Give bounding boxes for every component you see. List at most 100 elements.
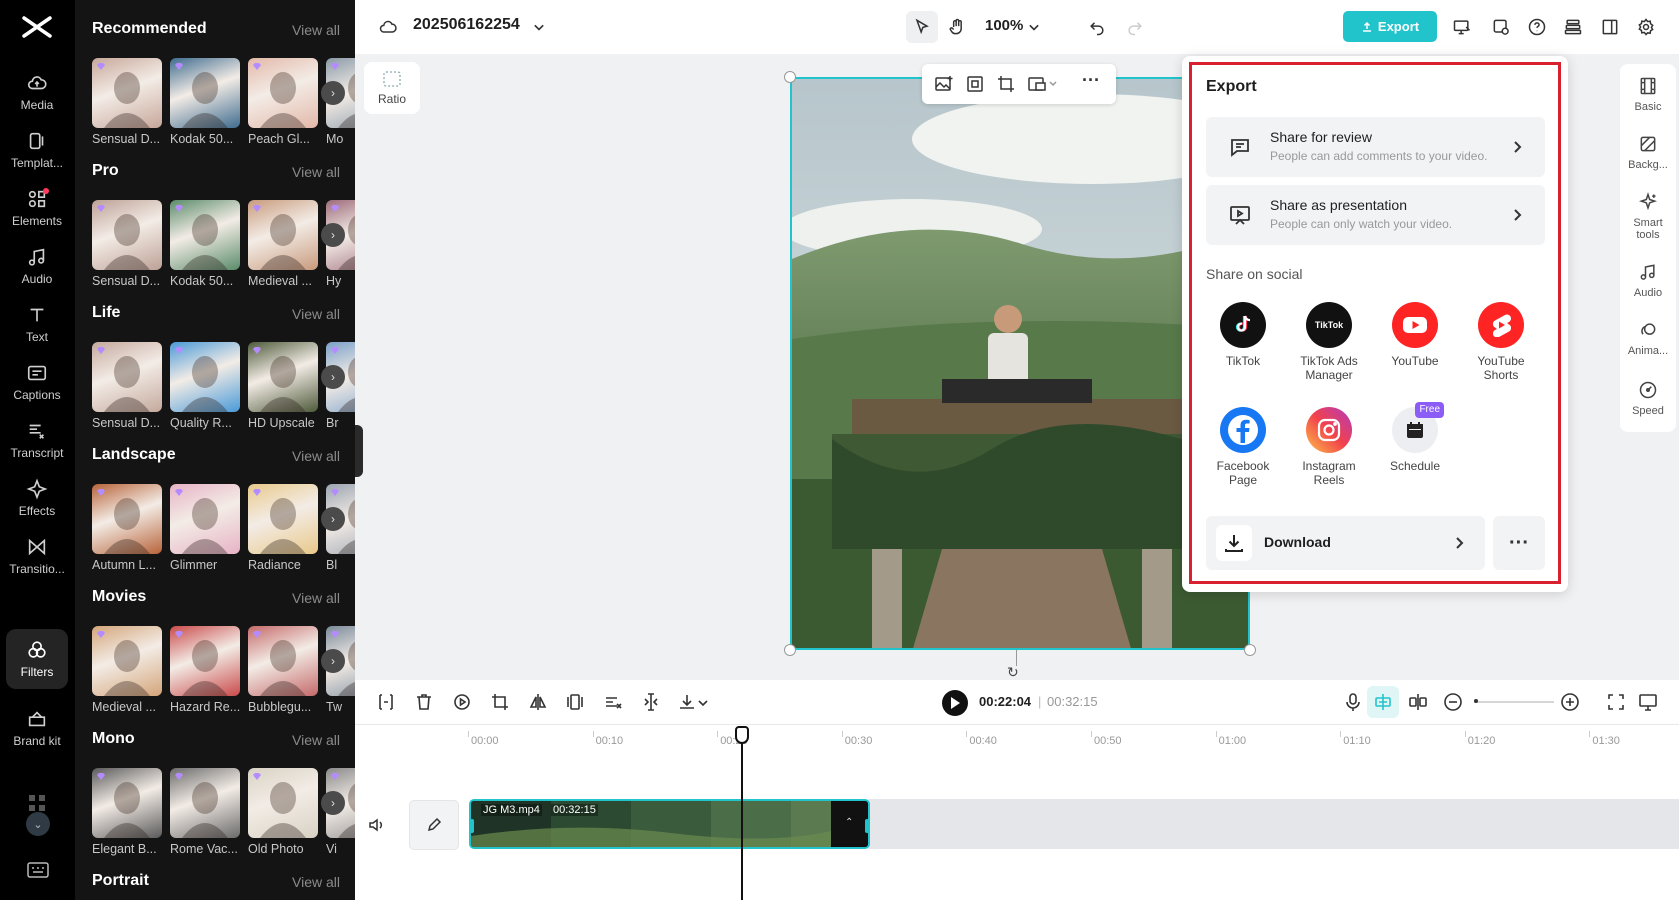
scroll-next-button[interactable]: › [321, 507, 345, 531]
keyboard-icon[interactable] [27, 862, 49, 878]
crop-icon[interactable] [996, 74, 1016, 94]
filter-thumbnail[interactable] [170, 58, 240, 128]
clip-trim-handle-left[interactable] [471, 819, 474, 833]
rrail-speed[interactable]: Speed [1620, 380, 1676, 417]
filter-thumbnail[interactable] [92, 768, 162, 838]
more-dots-icon[interactable]: ··· [1082, 70, 1102, 90]
rail-media[interactable]: Media [6, 62, 68, 122]
rail-brand-kit[interactable]: Brand kit [6, 700, 68, 756]
rrail-smart-tools[interactable]: Smart tools [1620, 192, 1676, 241]
rail-audio[interactable]: Audio [6, 236, 68, 296]
rrail-animation[interactable]: Anima... [1620, 320, 1676, 357]
play-button[interactable] [942, 690, 968, 716]
preview-monitor-icon[interactable] [1638, 692, 1658, 712]
resize-handle-bottom-left[interactable] [784, 644, 796, 656]
view-all-link[interactable]: View all [292, 732, 340, 748]
fullscreen-icon[interactable] [1606, 692, 1626, 712]
loop-play-icon[interactable] [452, 692, 472, 712]
freeze-frame-icon[interactable] [565, 692, 585, 712]
filter-thumbnail[interactable] [170, 768, 240, 838]
mirror-flip-icon[interactable] [528, 692, 548, 712]
social-tiktok[interactable]: TikTok [1200, 302, 1286, 368]
filter-thumbnail[interactable] [170, 626, 240, 696]
download-button[interactable]: Download [1206, 516, 1485, 570]
stack-layers-icon[interactable] [1559, 13, 1587, 41]
filter-thumbnail[interactable] [92, 58, 162, 128]
filter-thumbnail[interactable] [248, 484, 318, 554]
fit-frame-icon[interactable] [965, 74, 985, 94]
filter-thumbnail[interactable] [92, 484, 162, 554]
redo-icon[interactable] [1121, 13, 1149, 41]
clip-collapse-icon[interactable]: ⌃ [845, 817, 853, 828]
split-scene-icon[interactable] [1408, 692, 1428, 712]
pip-chevron-down-icon[interactable] [1048, 74, 1058, 94]
rrail-audio[interactable]: Audio [1620, 262, 1676, 299]
filter-thumbnail[interactable] [170, 200, 240, 270]
clip-trim-handle-right[interactable] [865, 819, 868, 833]
review-shield-icon[interactable] [1487, 13, 1515, 41]
layout-panel-icon[interactable] [1596, 13, 1624, 41]
rail-captions[interactable]: Captions [6, 352, 68, 412]
cloud-sync-icon[interactable] [374, 13, 402, 41]
expand-down-icon[interactable]: ⌄ [26, 812, 50, 836]
zoom-out-icon[interactable] [1443, 692, 1463, 712]
rotate-icon[interactable]: ↻ [1007, 664, 1025, 680]
zoom-level[interactable]: 100% [985, 17, 1023, 34]
view-all-link[interactable]: View all [292, 448, 340, 464]
rail-text[interactable]: Text [6, 294, 68, 354]
share-for-review-button[interactable]: Share for review People can add comments… [1206, 117, 1545, 177]
rail-effects[interactable]: Effects [6, 468, 68, 528]
rail-filters[interactable]: Filters [6, 629, 68, 689]
trim-split-cursor-icon[interactable] [641, 692, 661, 712]
video-preview[interactable] [790, 77, 1250, 650]
settings-gear-icon[interactable] [1632, 13, 1660, 41]
auto-snap-toggle[interactable] [1367, 686, 1399, 718]
social-schedule[interactable]: Free Schedule [1372, 402, 1458, 473]
filter-thumbnail[interactable] [170, 342, 240, 412]
social-youtube-shorts[interactable]: YouTube Shorts [1458, 302, 1544, 382]
view-all-link[interactable]: View all [292, 874, 340, 890]
view-all-link[interactable]: View all [292, 306, 340, 322]
hand-pan-icon[interactable] [943, 13, 971, 41]
rail-elements[interactable]: Elements [6, 178, 68, 238]
image-replace-icon[interactable] [934, 74, 954, 94]
microphone-icon[interactable] [1343, 692, 1363, 712]
split-icon[interactable] [376, 692, 396, 712]
zoom-chevron-down-icon[interactable] [1020, 13, 1048, 41]
picture-in-picture-icon[interactable] [1027, 74, 1047, 94]
filter-thumbnail[interactable] [248, 768, 318, 838]
scroll-next-button[interactable]: › [321, 81, 345, 105]
export-button[interactable]: Export [1343, 11, 1437, 42]
project-name[interactable]: 202506162254 [413, 16, 520, 34]
filter-thumbnail[interactable] [248, 342, 318, 412]
delete-trash-icon[interactable] [414, 692, 434, 712]
scroll-next-button[interactable]: › [321, 365, 345, 389]
more-export-options-button[interactable]: ··· [1493, 516, 1545, 570]
undo-icon[interactable] [1083, 13, 1111, 41]
video-clip[interactable]: JG M3.mp4 00:32:15 ⌃ [469, 799, 870, 849]
view-all-link[interactable]: View all [292, 590, 340, 606]
scroll-next-button[interactable]: › [321, 223, 345, 247]
download-chevron-down-icon[interactable] [697, 692, 709, 712]
social-facebook-page[interactable]: Facebook Page [1200, 407, 1286, 487]
playhead-handle[interactable] [735, 726, 749, 744]
filter-thumbnail[interactable] [248, 200, 318, 270]
filter-thumbnail[interactable] [170, 484, 240, 554]
social-tiktok-ads-manager[interactable]: TikTok TikTok Ads Manager [1286, 302, 1372, 382]
crop-icon[interactable] [490, 692, 510, 712]
select-pointer-icon[interactable] [906, 11, 938, 43]
panel-collapse-handle[interactable] [355, 425, 363, 477]
chevron-down-icon[interactable] [525, 13, 553, 41]
zoom-slider-thumb[interactable] [1474, 699, 1478, 703]
view-all-link[interactable]: View all [292, 164, 340, 180]
social-youtube[interactable]: YouTube [1372, 302, 1458, 368]
download-arrow-icon[interactable] [677, 692, 697, 712]
rail-templates[interactable]: Templat... [6, 120, 68, 180]
social-instagram-reels[interactable]: Instagram Reels [1286, 407, 1372, 487]
ratio-button[interactable]: Ratio [364, 62, 420, 114]
apps-grid-icon[interactable] [28, 794, 46, 812]
resize-handle-bottom-right[interactable] [1244, 644, 1256, 656]
zoom-in-icon[interactable] [1560, 692, 1580, 712]
filter-thumbnail[interactable] [248, 58, 318, 128]
rail-transitions[interactable]: Transitio... [6, 526, 68, 586]
